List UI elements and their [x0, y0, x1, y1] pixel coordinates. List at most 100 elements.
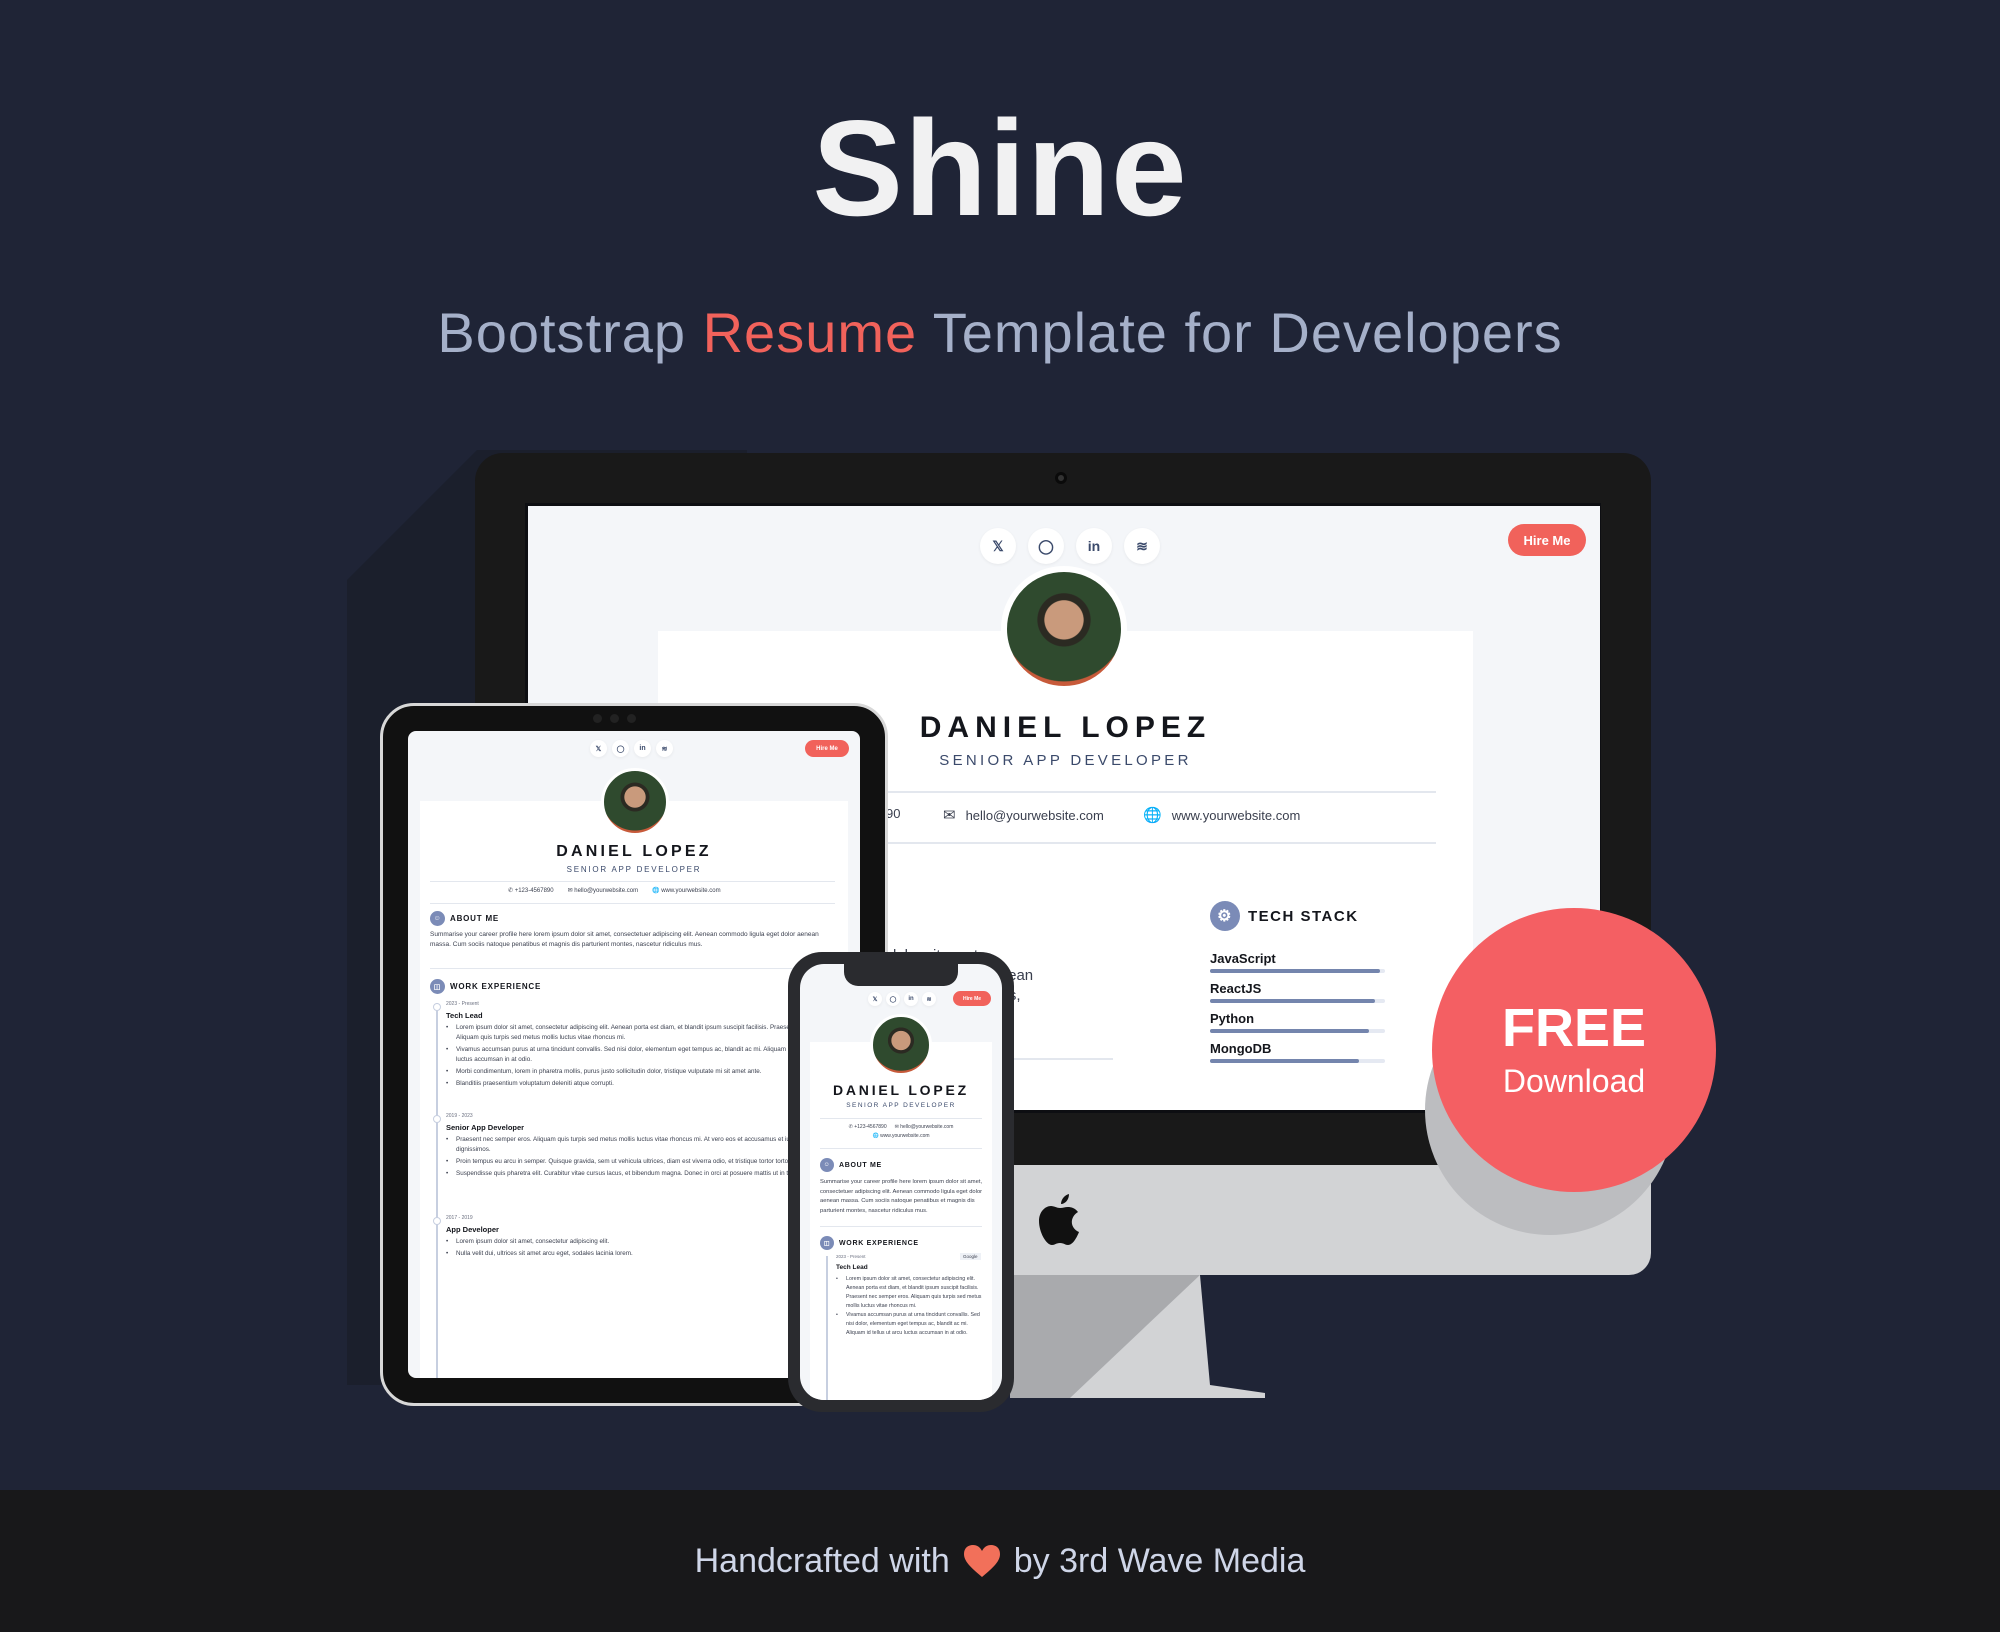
- tech-stack-heading: ⚙ TECH STACK: [1210, 901, 1359, 931]
- contact-website[interactable]: 🌐 www.yourwebsite.com: [652, 887, 721, 894]
- contact-phone[interactable]: ✆ +123-4567890: [508, 887, 554, 894]
- contact-website-text: www.yourwebsite.com: [880, 1133, 930, 1139]
- hero-title: Shine: [812, 92, 1188, 244]
- job-bullet: Blanditiis praesentium voluptatum deleni…: [446, 1079, 846, 1089]
- skill-bar-fill: [1210, 1029, 1370, 1033]
- resume-role: SENIOR APP DEVELOPER: [566, 865, 702, 874]
- twitter-icon[interactable]: 𝕏: [590, 740, 607, 757]
- resume-role: SENIOR APP DEVELOPER: [846, 1102, 956, 1109]
- linkedin-icon[interactable]: in: [1076, 528, 1112, 564]
- divider: [430, 903, 835, 904]
- contact-email[interactable]: ✉ hello@yourwebsite.com: [568, 887, 639, 894]
- free-download-badge[interactable]: FREE Download: [1432, 908, 1716, 1192]
- tech-stack-title: TECH STACK: [1248, 907, 1359, 925]
- github-icon[interactable]: ◯: [886, 992, 900, 1006]
- job-bullet: Nulla velit dui, ultrices sit amet arcu …: [446, 1249, 846, 1259]
- resume-name: DANIEL LOPEZ: [832, 1082, 970, 1098]
- avatar: [1001, 566, 1127, 692]
- about-heading: ☺ ABOUT ME: [820, 1158, 882, 1172]
- stackoverflow-icon[interactable]: ≋: [1124, 528, 1160, 564]
- company-badge: Google: [960, 1253, 981, 1260]
- timeline: [436, 1003, 438, 1378]
- job-date: 2019 - 2023: [446, 1113, 473, 1119]
- divider: [820, 1118, 982, 1119]
- job-title: Senior App Developer: [446, 1123, 525, 1132]
- job-date: 2023 - Present: [836, 1254, 866, 1259]
- skill-bar: [1210, 1029, 1385, 1033]
- skill-bar: [1210, 999, 1385, 1003]
- job-title: Tech Lead: [836, 1264, 868, 1271]
- work-heading: ◫ WORK EXPERIENCE: [430, 979, 541, 994]
- hire-me-button[interactable]: Hire Me: [805, 740, 849, 757]
- social-links: 𝕏 ◯ in ≋: [590, 740, 673, 757]
- divider: [820, 1226, 982, 1227]
- stackoverflow-icon[interactable]: ≋: [656, 740, 673, 757]
- skill-label: JavaScript: [1210, 951, 1276, 966]
- timeline: [826, 1256, 828, 1400]
- github-icon[interactable]: ◯: [1028, 528, 1064, 564]
- linkedin-icon[interactable]: in: [634, 740, 651, 757]
- job-bullet: Proin tempus eu arcu in semper. Quisque …: [446, 1157, 846, 1167]
- hero-subtitle: Bootstrap Resume Template for Developers: [0, 300, 2000, 365]
- badge-line1: FREE: [1501, 997, 1647, 1058]
- linkedin-icon[interactable]: in: [904, 992, 918, 1006]
- skill-label: ReactJS: [1210, 981, 1262, 996]
- job-bullet: Morbi condimentum, lorem in pharetra mol…: [446, 1067, 846, 1077]
- user-icon: ☺: [820, 1158, 834, 1172]
- timeline-dot: [433, 1217, 441, 1225]
- about-text: Summarise your career profile here lorem…: [820, 1179, 983, 1214]
- job-bullet: Lorem ipsum dolor sit amet, consectetur …: [446, 1023, 846, 1043]
- work-heading: ◫ WORK EXPERIENCE: [820, 1236, 919, 1250]
- contact-phone-text: 90: [886, 806, 901, 821]
- contact-phone[interactable]: ✆ +123-4567890: [849, 1124, 887, 1130]
- contact-row: ✆ +123-4567890 ✉ hello@yourwebsite.com 🌐…: [508, 887, 721, 894]
- about-title: ABOUT ME: [450, 914, 500, 923]
- twitter-icon[interactable]: 𝕏: [980, 528, 1016, 564]
- skill-bar-fill: [1210, 999, 1375, 1003]
- subtitle-post: Template for Developers: [932, 301, 1563, 364]
- contact-website-text: www.yourwebsite.com: [661, 888, 721, 894]
- contact-email-text: hello@yourwebsite.com: [574, 888, 639, 894]
- hire-me-button[interactable]: Hire Me: [953, 991, 991, 1006]
- tablet-camera: [593, 714, 636, 723]
- timeline-dot: [433, 1115, 441, 1123]
- job-bullets: Praesent nec semper eros. Aliquam quis t…: [446, 1135, 846, 1181]
- gear-icon: ⚙: [1210, 901, 1240, 931]
- globe-icon: 🌐: [1143, 807, 1162, 824]
- footer-post[interactable]: by 3rd Wave Media: [1014, 1542, 1306, 1581]
- badge-line2: Download: [1502, 1062, 1646, 1099]
- github-icon[interactable]: ◯: [612, 740, 629, 757]
- job-bullet: Praesent nec semper eros. Aliquam quis t…: [446, 1135, 846, 1155]
- job-bullet: Suspendisse quis pharetra elit. Curabitu…: [446, 1169, 846, 1179]
- job-bullets: Lorem ipsum dolor sit amet, consectetur …: [836, 1275, 986, 1338]
- briefcase-icon: ◫: [820, 1236, 834, 1250]
- avatar: [601, 768, 669, 836]
- contact-row: ✆ +123-4567890 ✉ hello@yourwebsite.com 🌐…: [820, 1124, 982, 1139]
- divider: [430, 968, 835, 969]
- contact-email[interactable]: ✉ hello@yourwebsite.com: [895, 1124, 954, 1130]
- job-bullet: Lorem ipsum dolor sit amet, consectetur …: [446, 1237, 846, 1247]
- job-bullet: Lorem ipsum dolor sit amet, consectetur …: [836, 1275, 986, 1311]
- contact-website[interactable]: 🌐 www.yourwebsite.com: [1143, 806, 1300, 824]
- hire-me-button[interactable]: Hire Me: [1508, 524, 1586, 556]
- about-title: ABOUT ME: [839, 1161, 882, 1169]
- contact-email[interactable]: ✉ hello@yourwebsite.com: [943, 806, 1104, 824]
- subtitle-accent: Resume: [702, 301, 918, 364]
- about-heading: ☺ ABOUT ME: [430, 911, 499, 926]
- work-title: WORK EXPERIENCE: [839, 1239, 919, 1247]
- twitter-icon[interactable]: 𝕏: [868, 992, 882, 1006]
- timeline-dot: [433, 1003, 441, 1011]
- footer: Handcrafted with by 3rd Wave Media: [0, 1490, 2000, 1632]
- job-bullets: Lorem ipsum dolor sit amet, consectetur …: [446, 1023, 846, 1091]
- skill-label: Python: [1210, 1011, 1255, 1026]
- subtitle-pre: Bootstrap: [437, 301, 687, 364]
- stackoverflow-icon[interactable]: ≋: [922, 992, 936, 1006]
- briefcase-icon: ◫: [430, 979, 445, 994]
- about-text: Summarise your career profile here lorem…: [430, 931, 819, 948]
- resume-name: DANIEL LOPEZ: [556, 843, 712, 860]
- skill-bar: [1210, 969, 1385, 973]
- contact-website[interactable]: 🌐 www.yourwebsite.com: [872, 1133, 929, 1139]
- phone-notch: [844, 964, 958, 986]
- job-title: Tech Lead: [446, 1011, 483, 1020]
- contact-phone: 90: [886, 806, 900, 821]
